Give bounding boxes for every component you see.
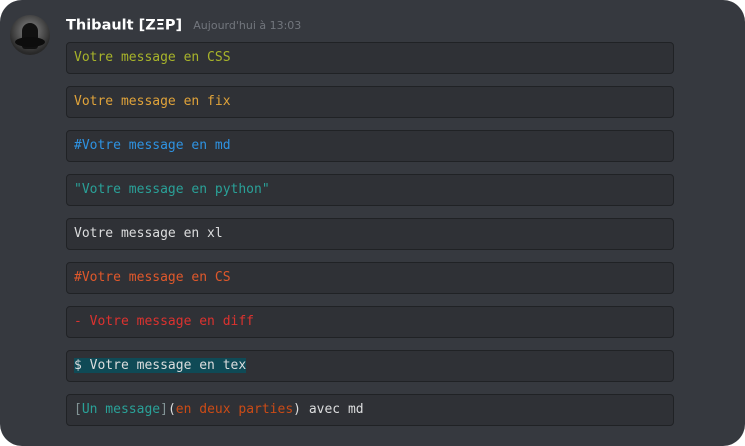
code-block-css: Votre message en CSS <box>66 42 674 74</box>
tex-highlighted-line: $ Votre message en tex <box>74 358 247 373</box>
md-rest-text: avec md <box>301 402 364 417</box>
message-header: Thibault [ZΞP] Aujourd'hui à 13:03 <box>66 15 301 37</box>
md-open-bracket: [ <box>74 402 82 417</box>
md-open-paren: ( <box>167 402 176 417</box>
code-block-python: "Votre message en python" <box>66 174 674 206</box>
md-url-text: en deux parties <box>175 402 294 417</box>
code-block-tex: $ Votre message en tex <box>66 350 674 382</box>
chat-window: Thibault [ZΞP] Aujourd'hui à 13:03 Votre… <box>0 0 745 446</box>
code-block-md2: [Un message](en deux parties) avec md <box>66 394 674 426</box>
code-block-md: #Votre message en md <box>66 130 674 162</box>
md-close-bracket: ] <box>160 402 168 417</box>
code-block-fix: Votre message en fix <box>66 86 674 118</box>
username[interactable]: Thibault [ZΞP] <box>66 18 182 34</box>
avatar[interactable] <box>10 15 50 55</box>
code-block-xl: Votre message en xl <box>66 218 674 250</box>
md-link-text: Un message <box>81 402 161 417</box>
code-block-cs: #Votre message en CS <box>66 262 674 294</box>
avatar-figure-base <box>15 37 45 47</box>
code-block-diff: - Votre message en diff <box>66 306 674 338</box>
timestamp: Aujourd'hui à 13:03 <box>193 19 302 32</box>
md-close-paren: ) <box>293 402 301 417</box>
